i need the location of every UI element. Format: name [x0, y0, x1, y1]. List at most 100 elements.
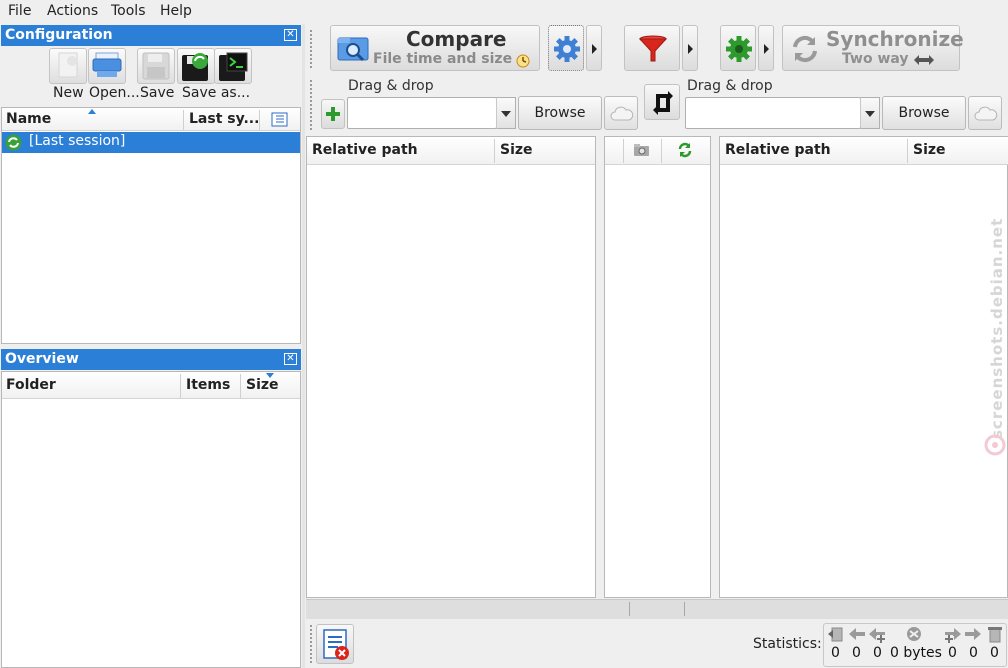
column-header-folder[interactable]: Folder — [6, 377, 56, 393]
right-folder-input[interactable] — [685, 97, 861, 129]
arrow-right-icon — [965, 628, 981, 640]
view-log-button[interactable] — [316, 624, 354, 664]
save-config-button[interactable] — [137, 48, 175, 84]
sync-settings-dropdown[interactable] — [758, 25, 774, 71]
column-header-last-sync[interactable]: Last sy... — [189, 111, 259, 127]
chevron-right-icon — [764, 44, 769, 54]
save-as-icon — [182, 53, 208, 81]
open-config-button[interactable] — [88, 48, 126, 84]
save-as-batch-button[interactable] — [214, 48, 252, 84]
stat-left-only-count: 0 — [831, 645, 840, 661]
folder-bar-grip[interactable] — [310, 80, 313, 130]
sync-icon — [5, 134, 22, 151]
chevron-down-icon — [865, 111, 875, 117]
session-row-last-session[interactable]: [Last session] — [2, 132, 300, 153]
left-folder-input[interactable] — [347, 97, 497, 129]
panel-splitter[interactable] — [302, 24, 305, 668]
synchronize-button[interactable]: Synchronize Two way — [782, 25, 964, 71]
save-icon — [142, 52, 170, 80]
column-settings-icon[interactable] — [271, 112, 289, 127]
compare-magnifier-icon — [337, 37, 369, 62]
right-drag-drop-label: Drag & drop — [687, 78, 773, 94]
cloud-icon — [974, 106, 998, 121]
column-header-overview-size[interactable]: Size — [246, 377, 279, 393]
menu-help[interactable]: Help — [160, 3, 192, 19]
plus-icon — [326, 107, 340, 121]
column-separator — [907, 139, 908, 163]
filter-dropdown[interactable] — [682, 25, 698, 71]
right-browse-button[interactable]: Browse — [882, 96, 966, 130]
column-separator — [180, 374, 181, 398]
statistics-label: Statistics: — [753, 636, 822, 652]
chevron-right-icon — [688, 44, 693, 54]
bottom-bar-grip[interactable] — [310, 625, 313, 663]
close-configuration-button[interactable]: ✕ — [284, 29, 297, 41]
column-separator — [240, 374, 241, 398]
compare-settings-button[interactable] — [548, 25, 584, 71]
menu-actions[interactable]: Actions — [47, 3, 98, 19]
column-header-items[interactable]: Items — [186, 377, 230, 393]
compare-category-icon[interactable] — [633, 142, 651, 158]
middle-action-grid[interactable] — [604, 136, 711, 598]
close-overview-button[interactable]: ✕ — [284, 353, 297, 365]
configuration-panel-title: Configuration ✕ — [1, 25, 301, 46]
synchronize-label: Synchronize — [826, 27, 964, 51]
left-browse-button[interactable]: Browse — [518, 96, 602, 130]
right-folder-history-dropdown[interactable] — [860, 97, 880, 129]
column-separator — [259, 110, 260, 130]
compare-button[interactable]: Compare File time and size — [330, 25, 540, 71]
watermark: screenshots.debian.net — [984, 218, 1006, 460]
open-label: Open... — [89, 85, 140, 101]
right-column-size[interactable]: Size — [913, 142, 946, 158]
sync-action-icon[interactable] — [677, 142, 693, 158]
new-config-button[interactable] — [49, 48, 87, 84]
add-folder-pair-button[interactable] — [321, 99, 345, 129]
stat-create-right-count: 0 — [948, 645, 957, 661]
left-cloud-button[interactable] — [604, 96, 638, 130]
column-header-name[interactable]: Name — [6, 111, 51, 127]
stat-data-size: 0 bytes — [890, 645, 942, 661]
new-icon — [58, 52, 78, 78]
left-file-grid[interactable] — [306, 136, 596, 598]
overview-panel-title: Overview ✕ — [1, 349, 301, 370]
conflict-icon — [907, 627, 921, 641]
sort-descending-icon — [266, 373, 274, 378]
gear-green-icon — [726, 36, 752, 62]
menu-tools[interactable]: Tools — [111, 3, 146, 19]
new-label: New — [53, 85, 84, 101]
right-file-grid[interactable] — [719, 136, 1008, 598]
delete-right-icon — [988, 627, 1002, 643]
gear-icon — [554, 36, 580, 62]
sync-variant-label: Two way — [842, 51, 909, 67]
cloud-icon — [610, 106, 634, 121]
open-icon — [92, 52, 122, 77]
create-right-icon — [945, 628, 961, 643]
right-cloud-button[interactable] — [968, 96, 1002, 130]
left-folder-history-dropdown[interactable] — [496, 97, 516, 129]
stat-delete-right-count: 0 — [990, 645, 999, 661]
chevron-right-icon — [592, 44, 597, 54]
column-separator — [661, 139, 662, 163]
save-as-label: Save as... — [182, 85, 251, 101]
compare-label: Compare — [406, 27, 507, 51]
left-column-relative-path[interactable]: Relative path — [312, 142, 418, 158]
right-column-relative-path[interactable]: Relative path — [725, 142, 831, 158]
stat-update-left-count: 0 — [852, 645, 861, 661]
left-drag-drop-label: Drag & drop — [348, 78, 434, 94]
status-separator — [629, 602, 630, 616]
overview-title-text: Overview — [5, 351, 79, 367]
save-label: Save — [140, 85, 175, 101]
status-separator — [684, 602, 685, 616]
left-column-size[interactable]: Size — [500, 142, 533, 158]
save-as-config-button[interactable] — [177, 48, 215, 84]
compare-settings-dropdown[interactable] — [586, 25, 602, 71]
menu-bar: File Actions Tools Help — [0, 0, 1008, 24]
toolbar-grip[interactable] — [310, 30, 313, 68]
sync-settings-button[interactable] — [720, 25, 756, 71]
overview-tree — [1, 371, 301, 668]
menu-file[interactable]: File — [8, 3, 31, 19]
swap-sides-button[interactable] — [644, 84, 680, 120]
sort-ascending-icon — [88, 109, 96, 114]
filter-button[interactable] — [624, 25, 680, 71]
synchronize-icon — [793, 35, 817, 63]
